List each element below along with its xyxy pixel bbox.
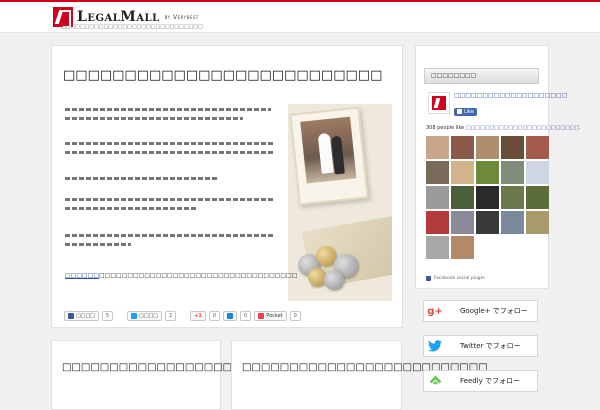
fb-page-logo[interactable] xyxy=(428,92,450,114)
facebook-icon xyxy=(68,312,74,319)
brand-name: LegalMall xyxy=(77,9,160,25)
pocket-button[interactable]: Pocket xyxy=(254,310,287,321)
googleplus-share-button[interactable]: +1 xyxy=(190,310,206,321)
post-card-title[interactable]: □□□□□□□□□□□□□□□□□□□□□□□□□□ xyxy=(242,359,488,376)
fb-fan-avatar[interactable] xyxy=(501,161,524,184)
twitter-share-count: 2 xyxy=(165,310,177,321)
site-header: LegalMall by Verybest □□□□□□□□□□□□□□□□□□… xyxy=(0,0,600,33)
fb-fan-avatar[interactable] xyxy=(526,211,549,234)
thumbs-up-icon xyxy=(457,109,462,114)
fb-fan-avatar[interactable] xyxy=(501,136,524,159)
googleplus-share-count: 0 xyxy=(208,310,221,321)
twitter-share-button[interactable]: □□□□ xyxy=(127,310,162,321)
excerpt-paragraph-3 xyxy=(65,171,275,186)
fb-fan-avatar[interactable] xyxy=(526,136,549,159)
fb-fan-avatar[interactable] xyxy=(476,136,499,159)
facebook-icon xyxy=(426,276,431,281)
twitter-bird-icon xyxy=(424,336,446,356)
read-more: □□□□□□□□□□□□□□□□□□□□□□□□□□□□□□□□□□□□□□□□… xyxy=(65,268,305,283)
widget-heading: □□□□□□□□ xyxy=(424,68,539,84)
fb-plugin-credit[interactable]: Facebook social plugin xyxy=(426,276,485,281)
fb-fan-avatar[interactable] xyxy=(451,236,474,259)
post-title[interactable]: □□□□□□□□□□□□□□□□□□□□□□□□□□ xyxy=(63,68,382,83)
facebook-share-button[interactable]: □□□□ xyxy=(64,310,99,321)
fb-page-info: □□□□□□□□□□□□□□□□□□□□ Like xyxy=(428,92,567,118)
featured-post-card: □□□□□□□□□□□□□□□□□□□□□□□□□□ □□□□□□□□□□□□□… xyxy=(51,45,403,328)
fb-fan-avatar[interactable] xyxy=(426,186,449,209)
fb-fan-avatar[interactable] xyxy=(476,186,499,209)
hatena-bookmark-button[interactable] xyxy=(223,310,238,321)
sidebar: □□□□□□□□ □□□□□□□□□□□□□□□□□□□□ Like 308 p… xyxy=(415,45,581,289)
wedding-photo-frame xyxy=(289,106,369,206)
fb-fan-avatar[interactable] xyxy=(451,211,474,234)
follow-feedly-button[interactable]: Feedly でフォロー xyxy=(423,370,538,392)
twitter-icon xyxy=(131,312,138,319)
fb-like-button[interactable]: Like xyxy=(454,107,477,116)
fb-fan-faces xyxy=(426,136,549,259)
site-tagline: □□□□□□□□□□□□□□□□□□□□□□□□□□□□□□ xyxy=(61,24,203,30)
share-buttons: □□□□ 5 □□□□ 2 +1 0 0 Pocket 0 xyxy=(64,310,301,321)
fb-likes-count: 308 people like □□□□□□□□□□□□□□□□□□□□□□□□… xyxy=(426,125,581,131)
read-more-text: □□□□□□□□□□□□□□□□□□□□□□□□□□□□□□□□□□□ xyxy=(99,272,298,279)
excerpt-paragraph-1 xyxy=(65,102,275,126)
googleplus-icon: +1 xyxy=(194,312,202,319)
fb-fan-avatar[interactable] xyxy=(526,161,549,184)
follow-twitter-button[interactable]: Twitter でフォロー xyxy=(423,335,538,357)
fb-fan-avatar[interactable] xyxy=(501,211,524,234)
hatena-icon xyxy=(227,312,234,319)
fb-fan-avatar[interactable] xyxy=(426,211,449,234)
fb-fan-avatar[interactable] xyxy=(501,186,524,209)
fb-fan-avatar[interactable] xyxy=(426,136,449,159)
fb-fan-avatar[interactable] xyxy=(451,136,474,159)
post-card-title[interactable]: □□□□□□□□□□□□□□□□□□□□□□□□□□□□□□ xyxy=(62,359,345,376)
facebook-share-count: 5 xyxy=(101,310,114,321)
excerpt-paragraph-5 xyxy=(65,228,275,252)
follow-googleplus-button[interactable]: g+ Google+ でフォロー xyxy=(423,300,538,322)
fb-fan-avatar[interactable] xyxy=(426,236,449,259)
fb-fan-avatar[interactable] xyxy=(426,161,449,184)
fb-fan-avatar[interactable] xyxy=(476,161,499,184)
fb-fan-avatar[interactable] xyxy=(451,186,474,209)
feedly-icon xyxy=(424,371,446,391)
excerpt-paragraph-4 xyxy=(65,192,275,216)
brand-by: by Verybest xyxy=(164,13,199,21)
pocket-count: 0 xyxy=(289,310,301,321)
facebook-widget: □□□□□□□□ □□□□□□□□□□□□□□□□□□□□ Like 308 p… xyxy=(415,45,581,289)
googleplus-icon: g+ xyxy=(427,305,443,317)
read-more-link[interactable]: □□□□□□ xyxy=(65,272,99,279)
fb-page-name[interactable]: □□□□□□□□□□□□□□□□□□□□ xyxy=(454,92,567,99)
fb-fan-avatar[interactable] xyxy=(476,211,499,234)
fb-fan-avatar[interactable] xyxy=(526,186,549,209)
hatena-bookmark-count: 0 xyxy=(240,310,252,321)
fb-fan-avatar[interactable] xyxy=(451,161,474,184)
excerpt-paragraph-2 xyxy=(65,136,275,160)
pocket-icon xyxy=(258,312,265,319)
